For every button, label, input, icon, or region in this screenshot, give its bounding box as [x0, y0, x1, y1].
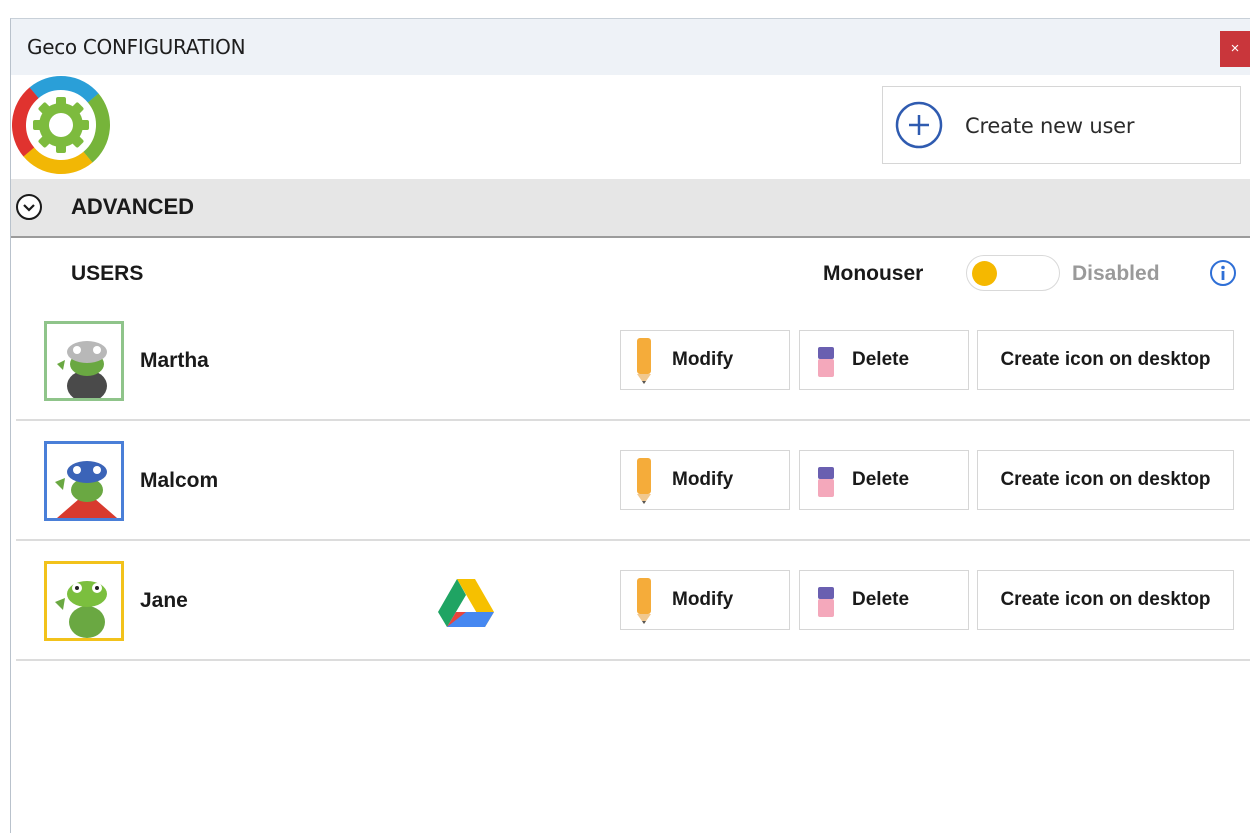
monouser-state-label: Disabled — [1072, 262, 1160, 285]
modify-button[interactable]: Modify — [620, 570, 790, 630]
config-window: Geco CONFIGURATION × Create new user ADV… — [10, 18, 1250, 833]
modify-label: Modify — [672, 349, 734, 370]
user-row-martha: Martha Modify Delete Create icon on desk… — [16, 301, 1250, 421]
create-desktop-icon-label: Create icon on desktop — [1000, 589, 1211, 610]
gecko-avatar-icon — [57, 341, 107, 398]
create-desktop-icon-label: Create icon on desktop — [1000, 469, 1211, 490]
user-name: Jane — [140, 589, 188, 612]
modify-label: Modify — [672, 469, 734, 490]
delete-button[interactable]: Delete — [799, 450, 969, 510]
plus-circle-icon — [895, 101, 943, 149]
create-new-user-label: Create new user — [965, 114, 1135, 138]
pencil-icon — [637, 458, 651, 504]
delete-label: Delete — [852, 349, 910, 370]
eraser-icon — [818, 347, 834, 377]
info-icon[interactable] — [1209, 259, 1237, 287]
user-name: Martha — [140, 349, 209, 372]
delete-label: Delete — [852, 589, 910, 610]
modify-button[interactable]: Modify — [620, 450, 790, 510]
eraser-icon — [818, 467, 834, 497]
toggle-knob — [972, 261, 997, 286]
advanced-section-toggle[interactable]: ADVANCED — [11, 179, 1250, 238]
pencil-icon — [637, 578, 651, 624]
window-title: Geco CONFIGURATION — [27, 35, 246, 59]
gecko-avatar-icon — [55, 581, 107, 638]
avatar — [44, 321, 124, 401]
modify-button[interactable]: Modify — [620, 330, 790, 390]
title-bar: Geco CONFIGURATION × — [11, 19, 1250, 75]
users-heading: USERS — [71, 262, 144, 285]
delete-button[interactable]: Delete — [799, 570, 969, 630]
monouser-toggle[interactable] — [966, 255, 1060, 291]
eraser-icon — [818, 587, 834, 617]
monouser-label: Monouser — [823, 262, 924, 285]
chevron-down-circle-icon — [16, 194, 42, 220]
create-new-user-button[interactable]: Create new user — [882, 86, 1241, 164]
gear-logo-icon — [12, 76, 110, 174]
create-desktop-icon-label: Create icon on desktop — [1000, 349, 1211, 370]
avatar — [44, 441, 124, 521]
close-button[interactable]: × — [1220, 31, 1250, 67]
gecko-avatar-icon — [55, 461, 117, 518]
create-desktop-icon-button[interactable]: Create icon on desktop — [977, 450, 1234, 510]
google-drive-icon — [438, 579, 494, 627]
create-desktop-icon-button[interactable]: Create icon on desktop — [977, 330, 1234, 390]
user-name: Malcom — [140, 469, 219, 492]
create-desktop-icon-button[interactable]: Create icon on desktop — [977, 570, 1234, 630]
modify-label: Modify — [672, 589, 734, 610]
user-row-malcom: Malcom Modify Delete Create icon on desk… — [16, 421, 1250, 541]
advanced-label: ADVANCED — [71, 194, 195, 219]
avatar — [44, 561, 124, 641]
pencil-icon — [637, 338, 651, 384]
user-row-jane: Jane Modify Delete Create icon on deskto… — [16, 541, 1250, 661]
delete-button[interactable]: Delete — [799, 330, 969, 390]
delete-label: Delete — [852, 469, 910, 490]
